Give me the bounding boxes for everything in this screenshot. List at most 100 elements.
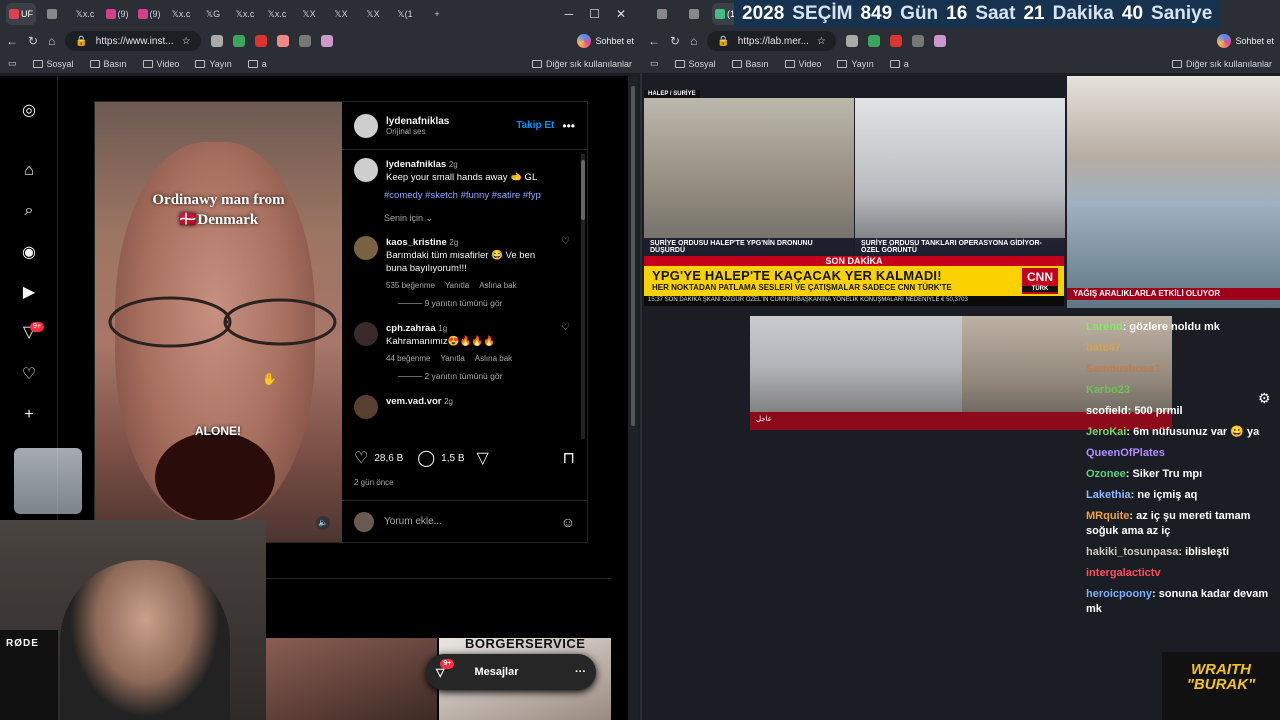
bookmark-folder[interactable]: a xyxy=(889,59,909,69)
tab-0[interactable]: UF xyxy=(6,3,36,25)
chat-username[interactable]: heroicpoony xyxy=(1086,588,1152,600)
bookmark-folder[interactable]: Sosyal xyxy=(674,59,716,69)
address-bar[interactable]: 🔒 https://lab.mer... ☆ xyxy=(707,31,836,51)
address-bar[interactable]: 🔒 https://www.inst... ☆ xyxy=(65,31,201,51)
chat-username[interactable]: intergalactictv xyxy=(1086,567,1161,579)
extension-icon[interactable] xyxy=(867,35,880,47)
tab-0[interactable] xyxy=(648,3,678,25)
avatar[interactable] xyxy=(354,395,378,419)
tab-1[interactable] xyxy=(680,3,710,25)
close-icon[interactable]: ✕ xyxy=(616,7,626,21)
chat-username[interactable]: hakiki_tosunpasa xyxy=(1086,546,1178,558)
bookmark-folder[interactable]: Sosyal xyxy=(32,59,74,69)
chat-username[interactable]: scofield xyxy=(1086,405,1128,417)
search-icon[interactable]: ⌕ xyxy=(20,202,38,220)
maximize-icon[interactable]: ☐ xyxy=(589,7,600,21)
likes-total[interactable]: 28,6 B xyxy=(374,453,403,464)
bookmark-folder[interactable]: Video xyxy=(784,59,821,69)
new-tab-button[interactable]: + xyxy=(422,3,452,25)
tab-12[interactable]: 𝕏 (1 xyxy=(390,3,420,25)
copilot-chat-button[interactable]: Sohbet et xyxy=(1217,34,1274,48)
page-scrollbar[interactable] xyxy=(628,76,638,720)
tab-10[interactable]: 𝕏 X xyxy=(326,3,356,25)
chat-username[interactable]: JeroKai xyxy=(1086,426,1126,438)
view-replies[interactable]: ──── 2 yanıtın tümünü gör xyxy=(398,371,570,381)
chat-username[interactable]: MRquite xyxy=(1086,510,1129,522)
audio-label[interactable]: Orijinal ses xyxy=(386,127,449,136)
comment-username[interactable]: vem.vad.vor xyxy=(386,396,441,407)
more-options-icon[interactable]: ••• xyxy=(562,119,575,133)
like-comment-icon[interactable]: ♡ xyxy=(561,322,570,365)
for-you-label[interactable]: Senin için ⌄ xyxy=(384,213,570,224)
news-video-2[interactable]: SURİYE ORDUSU TANKLARI OPERASYONA GİDİYO… xyxy=(855,98,1065,256)
comments-scrollbar[interactable] xyxy=(581,154,585,439)
post-username[interactable]: lydenafniklas xyxy=(386,116,449,127)
likes-count[interactable]: 44 beğenme xyxy=(386,352,430,365)
reply-link[interactable]: Yanıtla xyxy=(440,352,464,365)
translate-link[interactable]: Aslına bak xyxy=(479,279,516,292)
tab-2[interactable]: 𝕏 x.c xyxy=(70,3,100,25)
comment-username[interactable]: kaos_kristine xyxy=(386,237,447,248)
create-icon[interactable]: + xyxy=(20,406,38,424)
likes-count[interactable]: 535 beğenme xyxy=(386,279,435,292)
reels-icon[interactable]: ▶ xyxy=(20,284,38,302)
reply-link[interactable]: Yanıtla xyxy=(445,279,469,292)
post-thumbnail[interactable] xyxy=(265,638,437,720)
avatar[interactable] xyxy=(354,322,378,346)
home-icon[interactable]: ⌂ xyxy=(20,162,38,180)
view-replies[interactable]: ──── 9 yanıtın tümünü gör xyxy=(398,298,570,308)
sidebar-toggle-icon[interactable]: ▭ xyxy=(8,58,17,69)
chat-username[interactable]: Ozonee xyxy=(1086,468,1126,480)
tab-7[interactable]: 𝕏 x.c xyxy=(230,3,260,25)
refresh-icon[interactable]: ↻ xyxy=(670,34,680,48)
comment-username[interactable]: lydenafniklas xyxy=(386,159,446,170)
comments-total[interactable]: 1,5 B xyxy=(441,453,464,464)
extension-icon[interactable] xyxy=(298,35,311,47)
tab-1[interactable] xyxy=(38,3,68,25)
bookmark-star-icon[interactable]: ☆ xyxy=(182,36,191,47)
share-send-icon[interactable]: ▽ xyxy=(477,448,489,468)
avatar[interactable] xyxy=(354,236,378,260)
messages-button[interactable]: ▽ 9+ Mesajlar ··· xyxy=(426,654,596,690)
tab-11[interactable]: 𝕏 X xyxy=(358,3,388,25)
add-comment-input[interactable]: Yorum ekle... xyxy=(384,516,442,527)
avatar[interactable] xyxy=(354,113,378,138)
tab-5[interactable]: 𝕏 x.c xyxy=(166,3,196,25)
minimize-icon[interactable]: ─ xyxy=(565,7,574,21)
reel-video[interactable]: Ordinawy man from 🇩🇰Denmark ALONE! 🔈 xyxy=(95,102,342,542)
like-comment-icon[interactable]: ♡ xyxy=(561,236,570,292)
gear-icon[interactable]: ⚙ xyxy=(1258,390,1271,407)
chat-username[interactable]: bate47 xyxy=(1086,342,1121,354)
bookmark-folder[interactable]: Video xyxy=(142,59,179,69)
back-icon[interactable]: ← xyxy=(6,34,18,48)
copilot-chat-button[interactable]: Sohbet et xyxy=(577,34,634,48)
home-icon[interactable]: ⌂ xyxy=(48,34,55,48)
like-heart-icon[interactable]: ♡ xyxy=(354,448,368,468)
bookmark-folder[interactable]: Yayın xyxy=(195,59,232,69)
refresh-icon[interactable]: ↻ xyxy=(28,34,38,48)
chat-username[interactable]: Karbo23 xyxy=(1086,384,1130,396)
instagram-logo-icon[interactable]: ◎ xyxy=(20,102,38,120)
tab-4[interactable]: (9) xyxy=(134,3,164,25)
notifications-heart-icon[interactable]: ♡ xyxy=(20,366,38,384)
tab-8[interactable]: 𝕏 x.c xyxy=(262,3,292,25)
comment-username[interactable]: cph.zahraa xyxy=(386,323,436,334)
extension-icon[interactable] xyxy=(889,35,902,47)
extension-icon[interactable] xyxy=(911,35,924,47)
bookmark-star-icon[interactable]: ☆ xyxy=(817,36,826,47)
tab-9[interactable]: 𝕏 X xyxy=(294,3,324,25)
hashtags[interactable]: #comedy #sketch #funny #satire #fyp xyxy=(384,190,570,201)
tab-6[interactable]: 𝕏 G xyxy=(198,3,228,25)
follow-button[interactable]: Takip Et xyxy=(516,120,554,131)
scroll-thumb[interactable] xyxy=(581,160,585,220)
extension-icon[interactable] xyxy=(210,35,223,47)
back-icon[interactable]: ← xyxy=(648,34,660,48)
bookmark-folder[interactable]: Basın xyxy=(89,59,127,69)
translate-link[interactable]: Aslına bak xyxy=(475,352,512,365)
extension-icon[interactable] xyxy=(845,35,858,47)
explore-icon[interactable]: ◉ xyxy=(20,244,38,262)
avatar[interactable] xyxy=(354,158,378,182)
emoji-icon[interactable]: ☺ xyxy=(561,514,575,530)
home-icon[interactable]: ⌂ xyxy=(690,34,697,48)
bookmark-folder[interactable]: Basın xyxy=(731,59,769,69)
